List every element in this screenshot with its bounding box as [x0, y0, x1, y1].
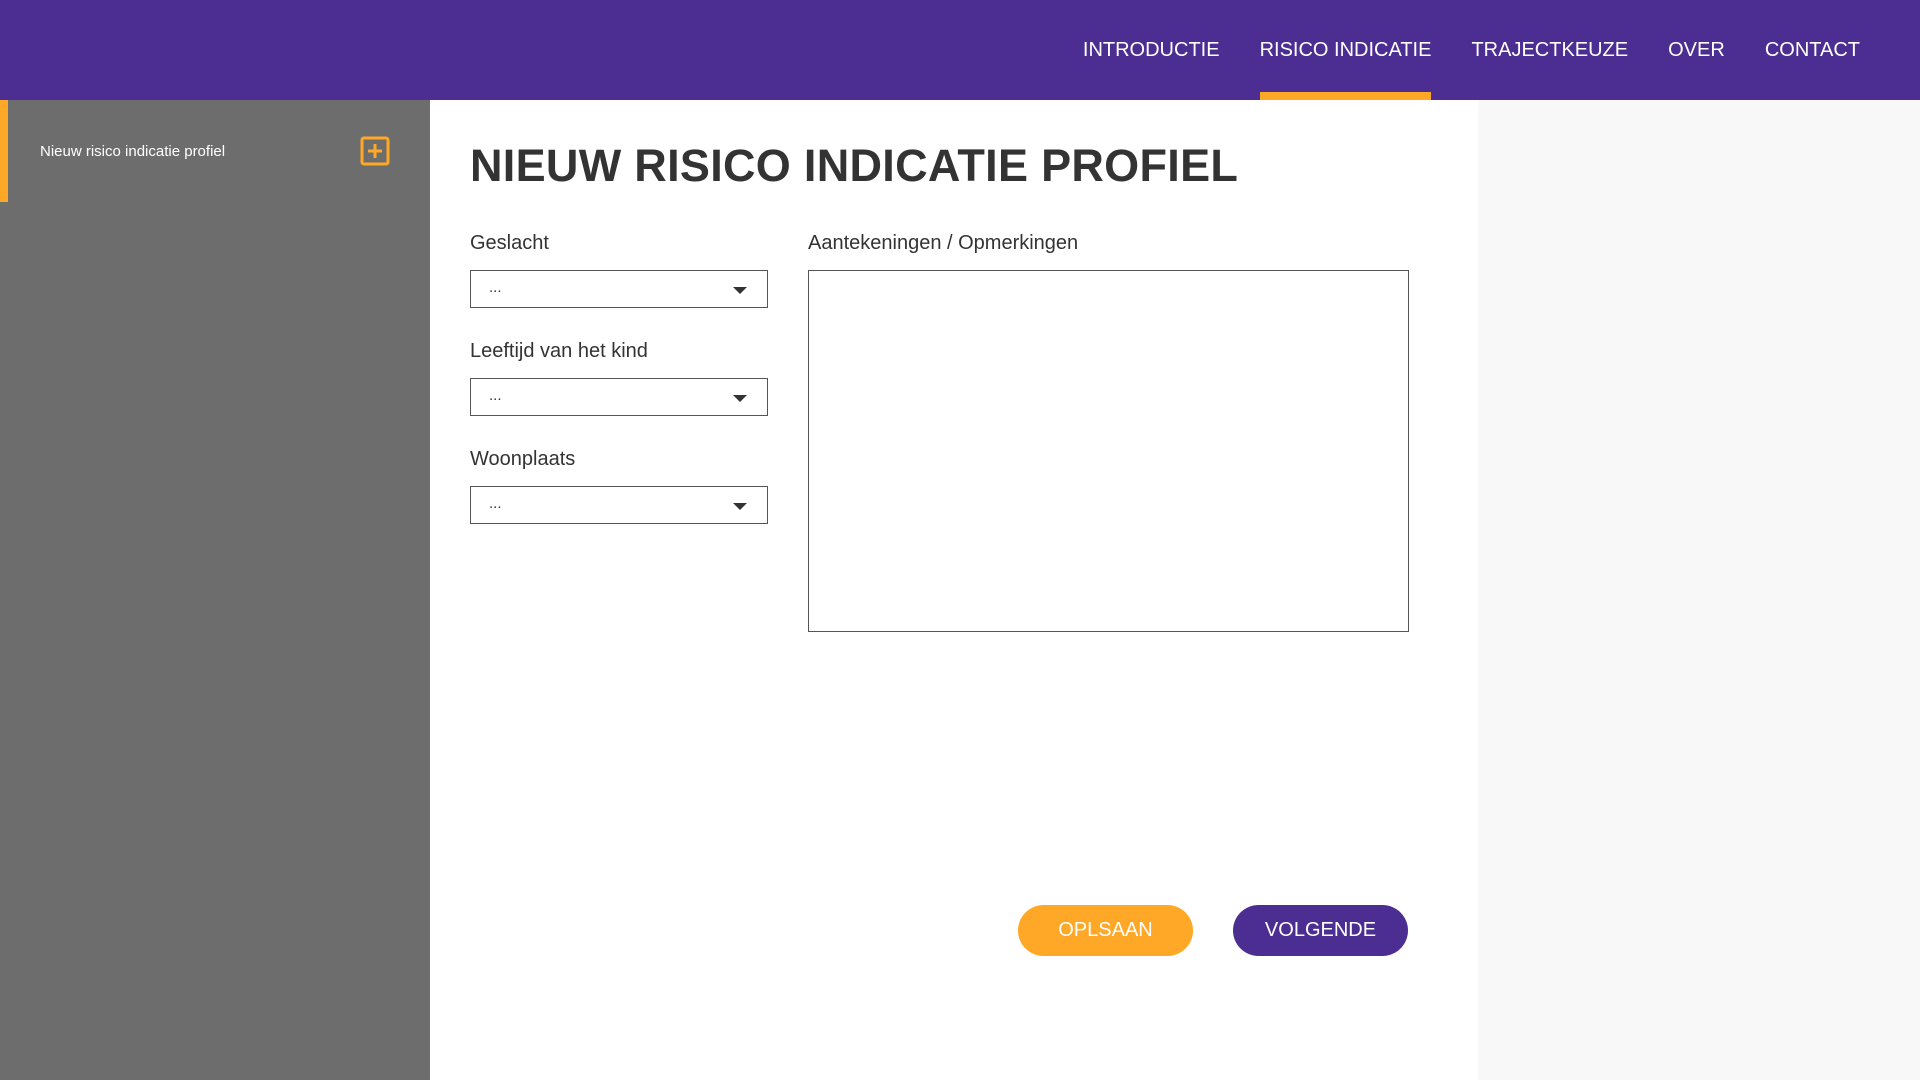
add-square-icon[interactable]	[360, 136, 390, 166]
geslacht-label: Geslacht	[470, 232, 549, 254]
select-value: ...	[489, 387, 502, 404]
save-button[interactable]: OPLSAAN	[1018, 905, 1193, 956]
select-value: ...	[489, 495, 502, 512]
woonplaats-select[interactable]: ...	[470, 486, 768, 524]
notes-label: Aantekeningen / Opmerkingen	[808, 232, 1079, 254]
geslacht-select[interactable]: ...	[470, 270, 768, 308]
nav-item-label: CONTACT	[1764, 38, 1860, 61]
sidebar-item-label: Nieuw risico indicatie profiel	[40, 143, 226, 160]
main-content: NIEUW RISICO INDICATIE PROFIEL Geslacht …	[430, 100, 1478, 1080]
sidebar: Nieuw risico indicatie profiel	[0, 100, 430, 1080]
top-navigation-bar: INTRODUCTIE RISICO INDICATIE TRAJECTKEUZ…	[0, 0, 1920, 100]
nav-item-label: INTRODUCTIE	[1082, 38, 1220, 61]
nav-item-label: OVER	[1668, 38, 1725, 61]
nav-item-introductie[interactable]: INTRODUCTIE	[1063, 0, 1240, 100]
main-nav: INTRODUCTIE RISICO INDICATIE TRAJECTKEUZ…	[1063, 0, 1880, 100]
leeftijd-label: Leeftijd van het kind	[470, 340, 648, 362]
woonplaats-label: Woonplaats	[470, 448, 576, 470]
leeftijd-select[interactable]: ...	[470, 378, 768, 416]
chevron-down-icon	[733, 287, 747, 294]
nav-item-contact[interactable]: CONTACT	[1745, 0, 1880, 100]
notes-textarea[interactable]	[808, 270, 1409, 632]
chevron-down-icon	[733, 395, 747, 402]
sidebar-item-nieuw-profiel[interactable]: Nieuw risico indicatie profiel	[0, 100, 430, 202]
nav-item-label: RISICO INDICATIE	[1259, 38, 1432, 61]
select-value: ...	[489, 279, 502, 296]
page-title: NIEUW RISICO INDICATIE PROFIEL	[470, 140, 1239, 191]
chevron-down-icon	[733, 503, 747, 510]
nav-item-risico-indicatie[interactable]: RISICO INDICATIE	[1240, 0, 1452, 100]
nav-item-over[interactable]: OVER	[1648, 0, 1745, 100]
nav-item-label: TRAJECTKEUZE	[1471, 38, 1629, 61]
next-button[interactable]: VOLGENDE	[1233, 905, 1408, 956]
nav-item-trajectkeuze[interactable]: TRAJECTKEUZE	[1451, 0, 1648, 100]
